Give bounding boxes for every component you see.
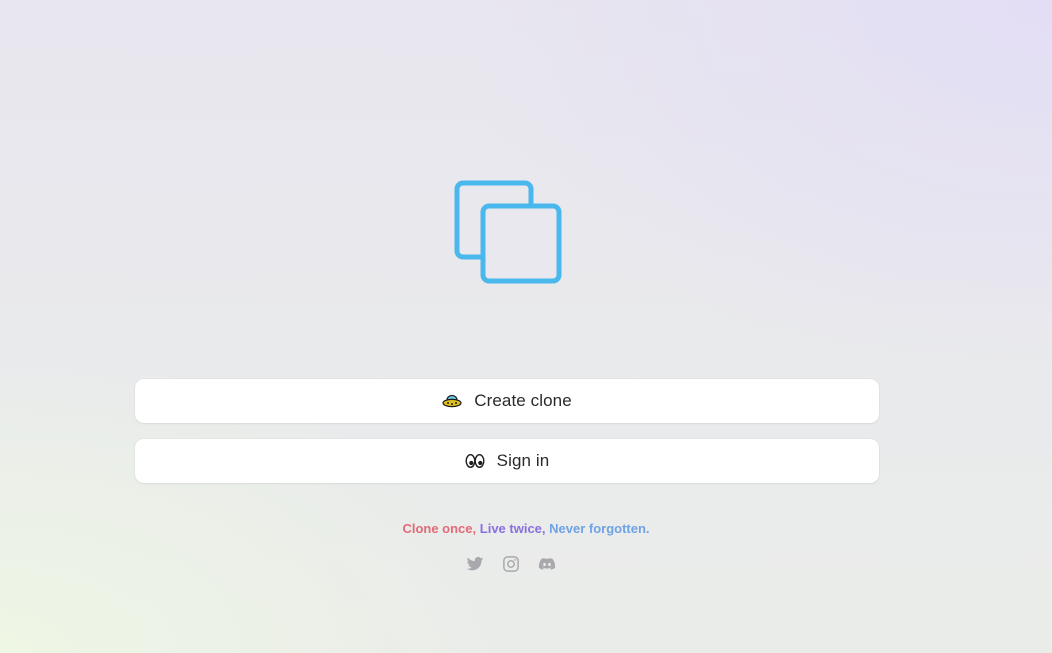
tagline-part-3: Never forgotten. bbox=[549, 521, 650, 536]
app-logo-copy-icon bbox=[454, 180, 562, 284]
sign-in-button[interactable]: Sign in bbox=[135, 439, 879, 483]
ufo-icon bbox=[442, 393, 462, 409]
sign-in-label: Sign in bbox=[496, 451, 550, 470]
discord-icon[interactable] bbox=[538, 555, 556, 573]
twitter-icon[interactable] bbox=[466, 555, 484, 573]
instagram-icon[interactable] bbox=[502, 555, 520, 573]
tagline-part-2: Live twice, bbox=[479, 521, 546, 536]
social-links bbox=[466, 554, 556, 574]
tagline: Clone once, Live twice, Never forgotten. bbox=[0, 521, 1052, 536]
eyes-icon bbox=[465, 453, 485, 469]
tagline-part-1: Clone once, bbox=[402, 521, 477, 536]
create-clone-label: Create clone bbox=[474, 391, 572, 410]
create-clone-button[interactable]: Create clone bbox=[135, 379, 879, 423]
